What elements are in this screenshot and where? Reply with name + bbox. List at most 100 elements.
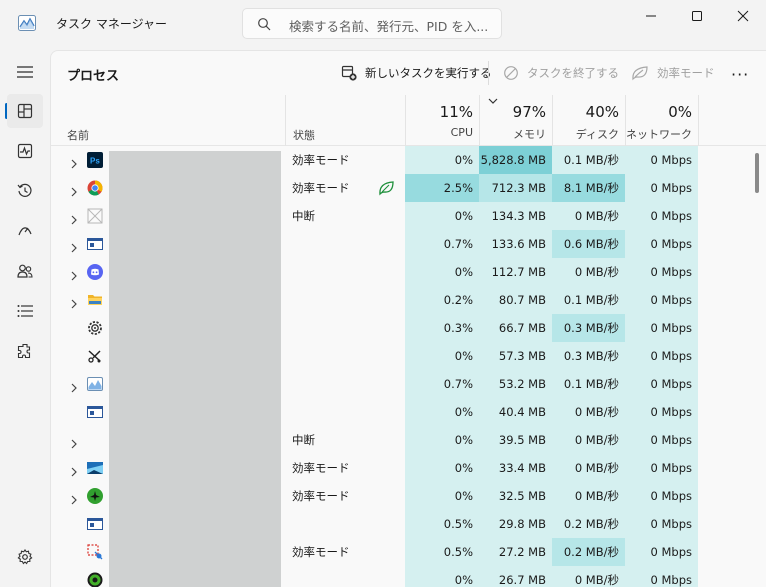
expand-chevron-icon[interactable] [69,238,79,253]
disk-cell: 0 MB/秒 [552,258,625,286]
nav-performance[interactable] [7,134,43,168]
nav-processes[interactable] [7,94,43,128]
settings-gear-icon [87,320,103,336]
minimize-icon [646,15,656,17]
disk-cell: 0.1 MB/秒 [552,286,625,314]
close-icon [737,10,749,22]
nav-settings[interactable] [7,540,43,574]
gear-icon [17,549,33,565]
task-manager-app-icon [18,15,36,31]
expand-chevron-icon[interactable] [69,434,79,449]
run-new-task-button[interactable]: 新しいタスクを実行する [341,65,492,81]
memory-cell: 712.3 MB [479,174,552,202]
disk-cell: 0 MB/秒 [552,398,625,426]
snipping-tool-icon [87,348,103,364]
leaf-icon [632,66,648,81]
network-cell: 0 Mbps [625,510,698,538]
folder-icon [87,292,103,308]
network-cell: 0 Mbps [625,286,698,314]
disk-cell: 0 MB/秒 [552,454,625,482]
network-cell: 0 Mbps [625,146,698,174]
search-icon [258,18,271,31]
more-options-button[interactable]: ··· [731,65,749,84]
details-icon [17,305,33,317]
expand-chevron-icon[interactable] [69,266,79,281]
process-status: 効率モード [292,545,350,559]
cpu-cell: 0% [405,342,479,370]
memory-cell: 5,828.8 MB [479,146,552,174]
cpu-cell: 0% [405,398,479,426]
table-header: 名前 状態 11% CPU 97% メモリ 40% ディスク 0% ネットワーク [51,95,766,146]
process-status: 効率モード [292,153,350,167]
navigation-pane [0,48,50,587]
expand-chevron-icon[interactable] [69,462,79,477]
memory-cell: 40.4 MB [479,398,552,426]
task-manager-window: タスク マネージャー 検索する名前、発行元、PID を入... プロセス 新しい… [0,0,766,587]
cpu-cell: 0.5% [405,538,479,566]
discord-icon [87,264,103,280]
expand-chevron-icon[interactable] [69,210,79,225]
vertical-scrollbar[interactable] [755,153,759,193]
expand-chevron-icon[interactable] [69,294,79,309]
memory-cell: 57.3 MB [479,342,552,370]
nav-users[interactable] [7,254,43,288]
window-title: タスク マネージャー [56,17,167,31]
cpu-cell: 0% [405,566,479,587]
hamburger-menu-button[interactable] [7,55,43,89]
end-task-label: タスクを終了する [527,66,619,80]
cpu-cell: 0.7% [405,370,479,398]
expand-chevron-icon[interactable] [69,490,79,505]
disk-cell: 0.1 MB/秒 [552,370,625,398]
end-task-icon [504,66,518,80]
search-box[interactable]: 検索する名前、発行元、PID を入... [242,8,502,39]
redacted-names-block [109,151,281,587]
photoshop-icon: Ps [87,152,103,168]
task-manager-icon [87,376,103,392]
disk-cell: 0.6 MB/秒 [552,230,625,258]
processes-icon [17,103,33,119]
memory-cell: 66.7 MB [479,314,552,342]
nav-startup-apps[interactable] [7,214,43,248]
maximize-icon [692,11,702,21]
page-title: プロセス [67,69,120,84]
expand-chevron-icon[interactable] [69,378,79,393]
memory-label: メモリ [513,128,546,141]
network-cell: 0 Mbps [625,370,698,398]
screen-clip-icon [87,544,103,560]
network-cell: 0 Mbps [625,230,698,258]
expand-chevron-icon[interactable] [69,182,79,197]
users-icon [17,264,33,278]
toolbar-separator [488,61,489,85]
end-task-button[interactable]: タスクを終了する [503,65,619,81]
efficiency-mode-button[interactable]: 効率モード [631,65,715,81]
column-divider[interactable] [698,95,699,146]
nav-app-history[interactable] [7,174,43,208]
close-button[interactable] [720,0,766,32]
column-status-header[interactable]: 状態 [293,127,315,143]
memory-total: 97% [512,103,546,121]
column-name-header[interactable]: 名前 [67,127,89,143]
title-bar: タスク マネージャー 検索する名前、発行元、PID を入... [0,0,766,48]
search-placeholder[interactable]: 検索する名前、発行元、PID を入... [289,16,488,35]
disk-cell: 0.2 MB/秒 [552,510,625,538]
cpu-cell: 0% [405,482,479,510]
cpu-total: 11% [439,103,473,121]
landscape-app-icon [87,460,103,476]
memory-cell: 27.2 MB [479,538,552,566]
minimize-button[interactable] [628,0,674,32]
svg-text:Ps: Ps [90,157,100,166]
network-cell: 0 Mbps [625,538,698,566]
disk-cell: 8.1 MB/秒 [552,174,625,202]
cpu-cell: 0% [405,202,479,230]
window-app-icon [87,236,103,252]
memory-cell: 133.6 MB [479,230,552,258]
column-divider[interactable] [285,95,286,146]
expand-chevron-icon[interactable] [69,154,79,169]
network-label: ネットワーク [626,128,692,141]
memory-cell: 33.4 MB [479,454,552,482]
cpu-cell: 2.5% [405,174,479,202]
nav-services[interactable] [7,334,43,368]
maximize-button[interactable] [674,0,720,32]
nav-details[interactable] [7,294,43,328]
disk-cell: 0.3 MB/秒 [552,342,625,370]
